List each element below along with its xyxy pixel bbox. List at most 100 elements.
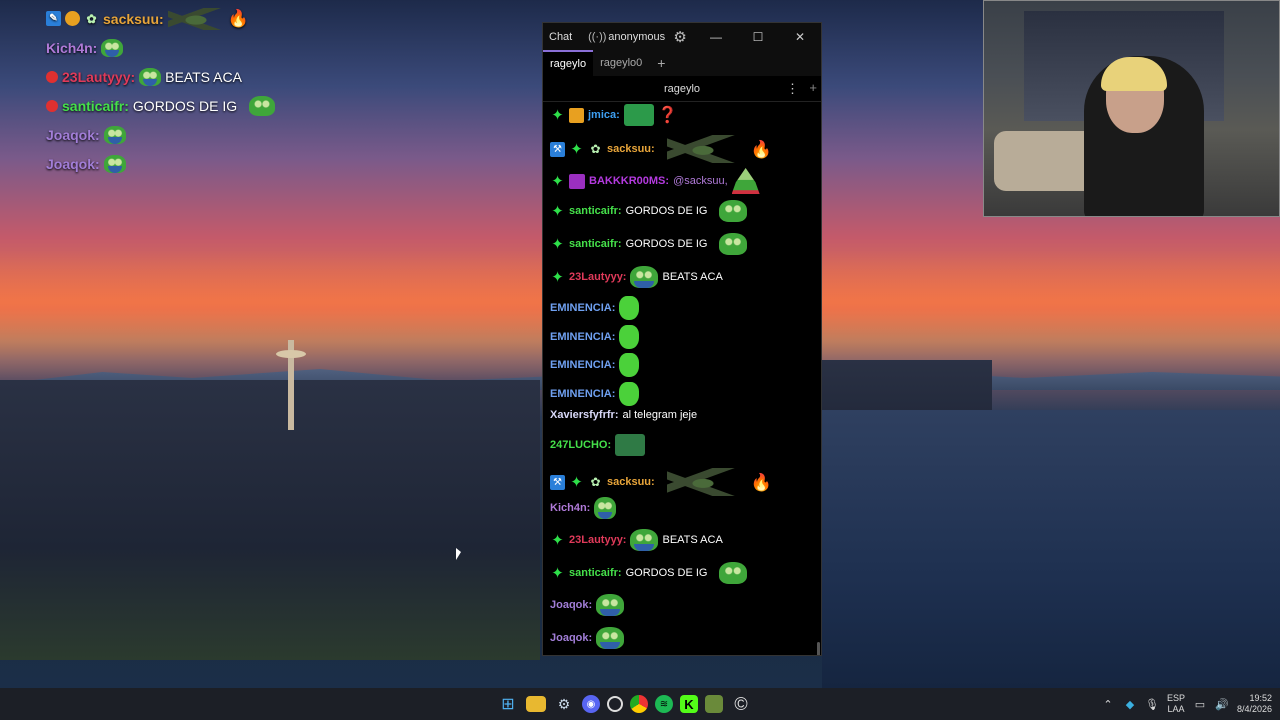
clock-time: 19:52 [1249,693,1272,703]
chatterino-icon[interactable]: © [730,693,752,715]
clock[interactable]: 19:52 8/4/2026 [1237,693,1272,715]
bug-badge-icon: ✿ [590,142,601,156]
frog-emote-icon [630,529,659,551]
frog-emote-icon [139,67,162,86]
discord-icon[interactable]: ◉ [582,695,600,713]
chat-message: ⚒ ✦ ✿ sacksuu: 🔥 [550,468,772,496]
obs-icon[interactable] [607,696,623,712]
username[interactable]: EMINENCIA: [550,302,615,314]
green-blob-emote-icon [619,296,640,320]
windows-start-icon[interactable]: ⊞ [497,693,519,715]
username[interactable]: sacksuu: [607,476,655,488]
chat-message: ✦ 23Lautyyy: BEATS ACA [550,529,723,551]
username[interactable]: 23Lautyyy: [569,534,626,546]
message-text: GORDOS DE IG [625,205,708,217]
tab-rageylo0[interactable]: rageylo0 [593,50,649,76]
settings-gear-icon[interactable]: ⚙ [673,29,687,46]
fire-emote-icon: 🔥 [750,139,772,159]
spotify-icon[interactable]: ≋ [655,695,673,713]
username[interactable]: santicaifr: [569,238,622,250]
chrome-icon[interactable] [630,695,648,713]
frog-wave-emote-icon [719,562,748,584]
box-badge-icon [65,11,80,26]
kebab-menu-icon[interactable]: ⋮ [786,81,799,97]
city-skyline [0,380,540,660]
frog-emote-icon [594,497,617,519]
overlay-username: Kich4n: [46,39,98,56]
username[interactable]: santicaifr: [569,567,622,579]
bat-emote-icon [666,468,739,496]
minimize-button[interactable]: — [695,23,737,50]
shield-icon[interactable]: ◆ [1123,697,1137,711]
username[interactable]: sacksuu: [607,143,655,155]
chevron-up-icon[interactable]: ⌃ [1101,697,1115,711]
username[interactable]: jmica: [588,109,620,121]
network-icon[interactable]: ▭ [1193,697,1207,711]
chat-message: ⚒ ✦ ✿ sacksuu: 🔥 [550,135,772,163]
username[interactable]: Kich4n: [550,502,590,514]
username[interactable]: Joaqok: [550,599,592,611]
message-text: BEATS ACA [662,534,723,546]
overlay-message: GORDOS DE IG [132,97,238,114]
microphone-icon[interactable]: 🎙 [1145,697,1159,711]
overlay-line: ✎ ✿ sacksuu: 🔥 [46,4,346,33]
system-tray: ⌃ ◆ 🎙 ESP LAA ▭ 🔊 19:52 8/4/2026 [1101,688,1272,720]
chat-overlay: ✎ ✿ sacksuu: 🔥 Kich4n: 23Lautyyy: BEATS … [46,4,346,178]
overlay-line: santicaifr: GORDOS DE IG [46,91,346,120]
frog-emote-icon [103,154,126,173]
chat-scrollbar[interactable] [817,642,820,655]
username[interactable]: Joaqok: [550,632,592,644]
maximize-button[interactable]: ☐ [737,23,779,50]
file-explorer-icon[interactable] [526,696,546,712]
steam-icon[interactable]: ⚙ [553,693,575,715]
tab-rageylo[interactable]: rageylo [543,50,594,76]
frog-wave-emote-icon [719,200,748,222]
green-blob-emote-icon [619,353,640,377]
username[interactable]: EMINENCIA: [550,331,615,343]
taskbar-apps: ⊞ ⚙ ◉ ≋ K © [497,688,752,720]
sparkle-badge-icon: ✦ [551,172,564,190]
bay-water [822,410,1280,688]
fire-emote-icon: 🔥 [227,9,249,28]
language-indicator[interactable]: ESP LAA [1167,693,1185,715]
chat-message: ✦ santicaifr: GORDOS DE IG [550,233,748,255]
sparkle-badge-icon: ✦ [551,235,564,253]
username[interactable]: 23Lautyyy: [569,271,626,283]
chat-titlebar: Chat ((·)) anonymous ⚙ — ☐ ✕ [543,23,821,50]
close-button[interactable]: ✕ [779,23,821,50]
chat-message: EMINENCIA: [550,353,640,377]
bug-badge-icon: ✿ [590,475,601,489]
add-split-icon[interactable]: + [809,80,817,95]
username[interactable]: 247LUCHO: [550,439,611,451]
add-tab-icon[interactable]: + [649,55,673,71]
overlay-username: sacksuu: [103,10,164,27]
overlay-username: Joaqok: [46,126,100,143]
volume-icon[interactable]: 🔊 [1215,697,1229,711]
frog-emote-icon [103,125,126,144]
chat-message: Kich4n: [550,497,617,519]
message-text: @sacksuu, [673,175,728,187]
keyboard-layout: LAA [1167,704,1185,714]
username[interactable]: EMINENCIA: [550,359,615,371]
username[interactable]: BAKKKR00MS: [589,175,669,187]
sparkle-badge-icon: ✦ [551,564,564,582]
username[interactable]: EMINENCIA: [550,388,615,400]
minecraft-icon[interactable] [705,695,723,713]
clock-date: 8/4/2026 [1236,704,1272,714]
chat-message: Joaqok: [550,594,625,616]
chat-message: ✦ santicaifr: GORDOS DE IG [550,200,748,222]
username[interactable]: Xaviersfyfrfr: [550,409,618,421]
username[interactable]: santicaifr: [569,205,622,217]
kick-icon[interactable]: K [680,695,698,713]
space-needle-top [276,350,306,358]
account-name[interactable]: anonymous [608,31,665,43]
frog-emote-icon [596,594,625,616]
chat-message: ✦ BAKKKR00MS: @sacksuu, [550,168,760,194]
broadcast-icon[interactable]: ((·)) [588,30,606,44]
overlay-line: Joaqok: [46,120,346,149]
chat-message: Joaqok: [550,627,625,649]
message-text: al telegram jeje [622,409,698,421]
pepe-emote-icon [615,434,646,456]
message-text: GORDOS DE IG [625,238,708,250]
message-list[interactable]: ✦ jmica: ❓ ⚒ ✦ ✿ sacksuu: 🔥 ✦ BAKKKR00MS… [543,102,821,655]
